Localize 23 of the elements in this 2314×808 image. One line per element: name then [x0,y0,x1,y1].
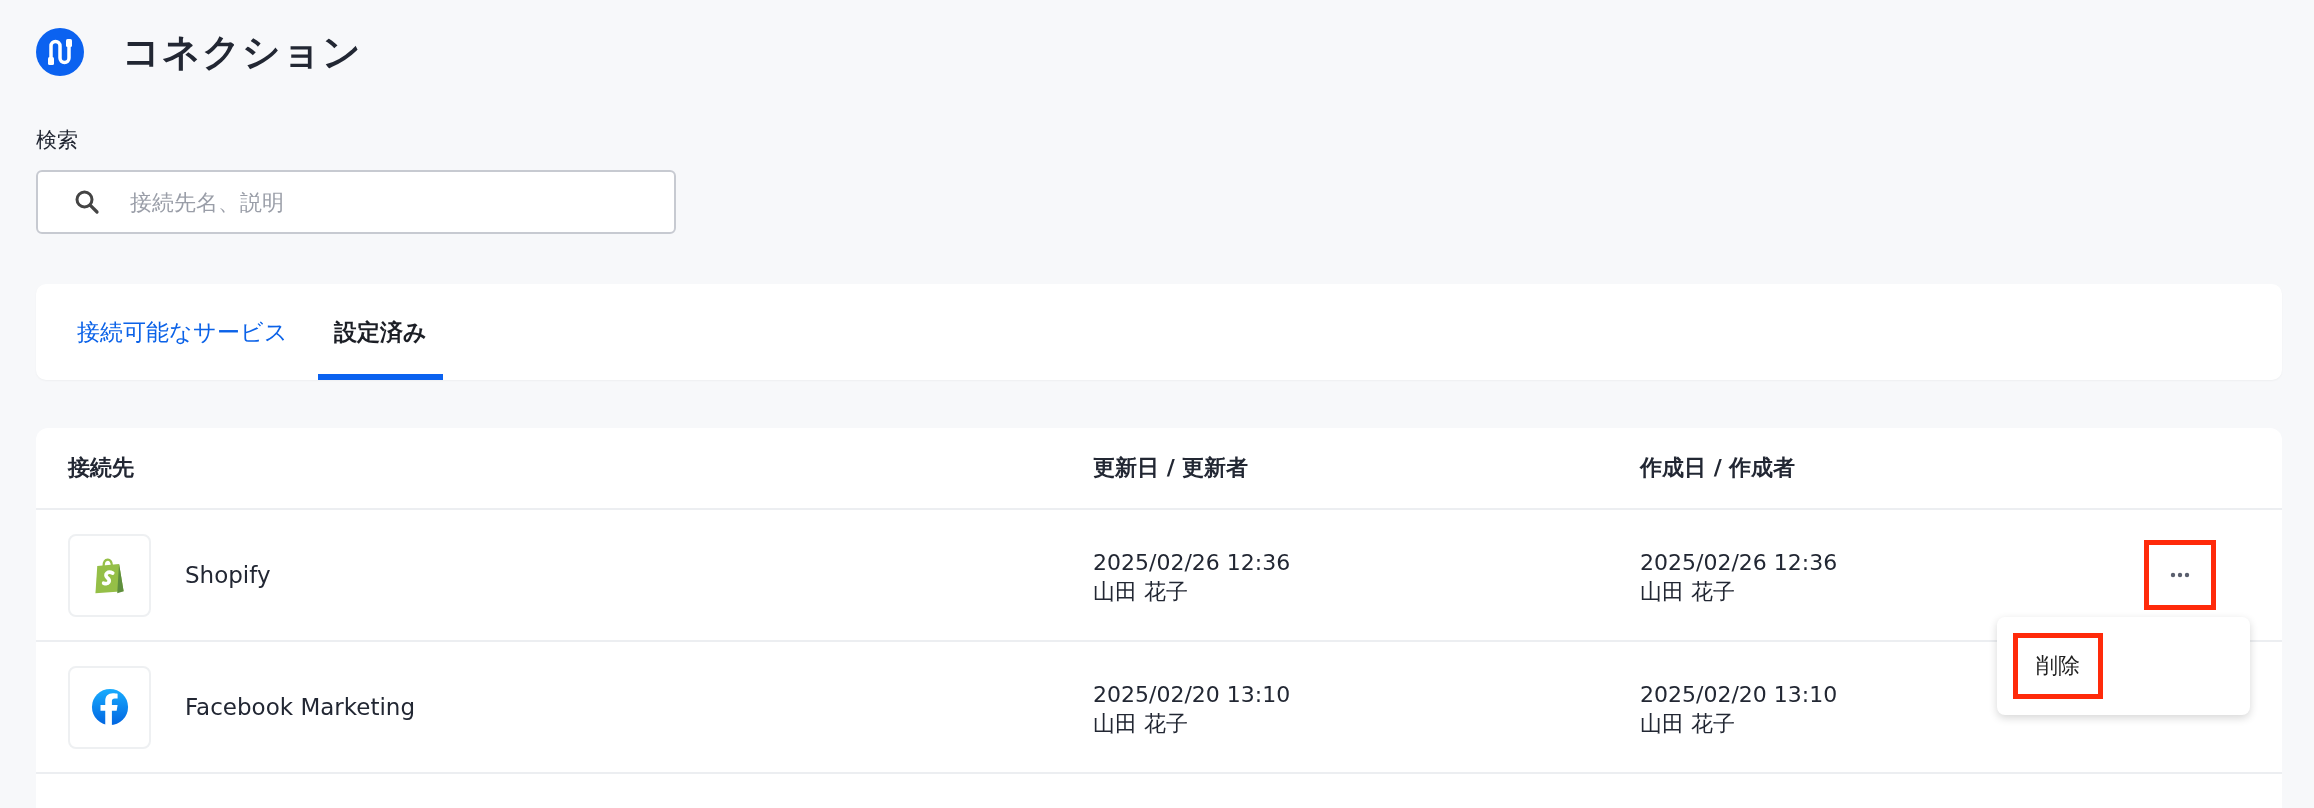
tab[interactable]: 設定済み [318,284,443,380]
date-text: 2025/02/26 12:36 [1093,549,1291,578]
user-name: 山田 花子 [1640,710,1735,738]
connection-name: Shopify [185,562,271,588]
menu-item[interactable]: 削除 [2013,633,2103,699]
connection-name: Facebook Marketing [185,694,415,720]
column-header: 作成日 / 作成者 [1640,454,1796,482]
user-name: 山田 花子 [1640,578,1735,606]
date-text: 2025/02/20 13:10 [1640,681,1838,710]
page-title: コネクション [122,28,362,76]
search-label: 検索 [36,127,79,154]
column-header: 更新日 / 更新者 [1093,454,1249,482]
search-field[interactable]: 接続先名、説明 [36,170,676,234]
tab[interactable]: 接続可能なサービス [61,284,304,380]
more-icon [2170,572,2190,578]
user-name: 山田 花子 [1093,578,1188,606]
connection-logo-icon [36,28,84,76]
user-name: 山田 花子 [1093,710,1188,738]
facebook-logo-icon [90,687,129,727]
more-button[interactable] [2144,540,2216,610]
date-text: 2025/02/20 13:10 [1093,681,1291,710]
column-header: 接続先 [68,454,134,482]
date-text: 2025/02/26 12:36 [1640,549,1838,578]
